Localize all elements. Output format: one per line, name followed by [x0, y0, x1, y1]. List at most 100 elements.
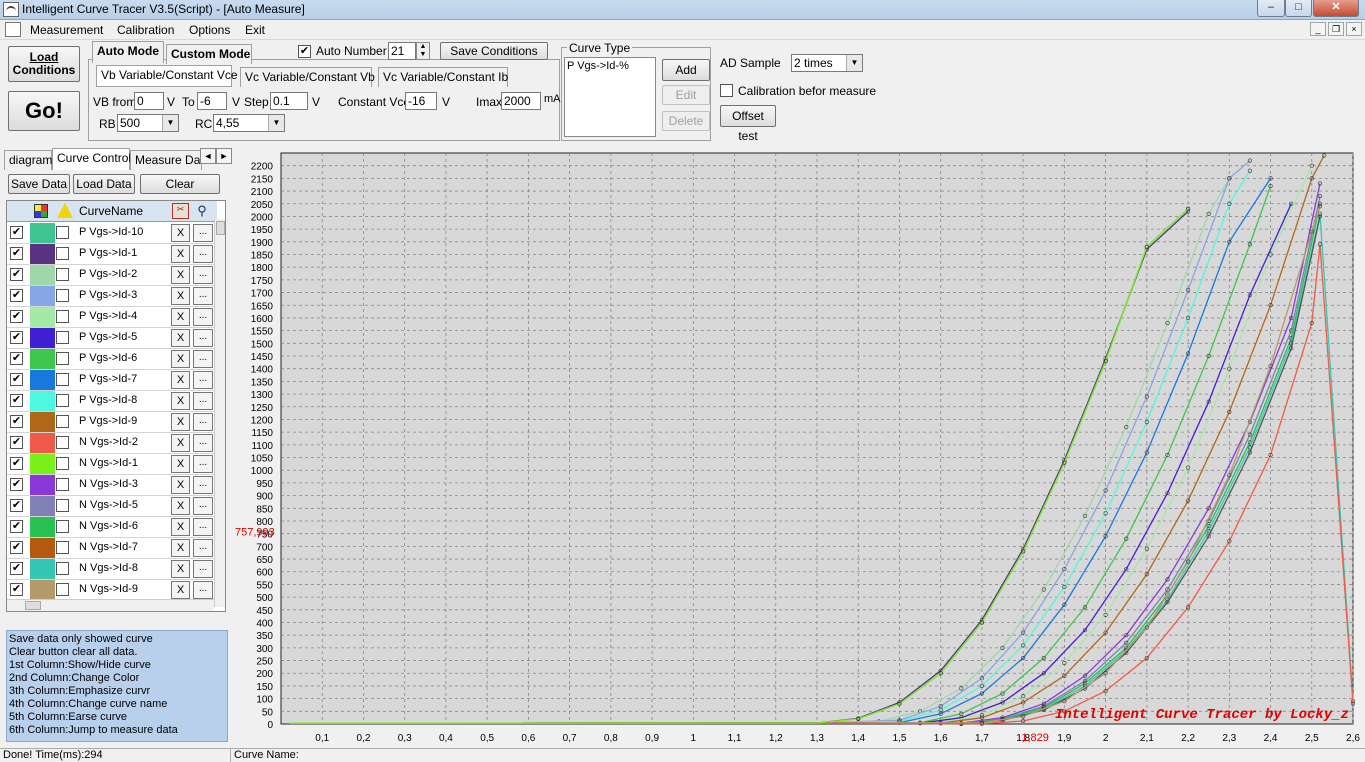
auto-number-input[interactable]: 21 — [388, 42, 416, 60]
jump-to-data-button[interactable]: ... — [193, 266, 213, 284]
erase-curve-button[interactable]: X — [171, 287, 190, 305]
emphasize-checkbox[interactable] — [56, 583, 69, 596]
tab-scroll-right-icon[interactable]: ► — [216, 148, 232, 164]
show-hide-checkbox[interactable]: ✔ — [10, 520, 23, 533]
jump-to-data-button[interactable]: ... — [193, 434, 213, 452]
auto-number-spinner[interactable]: ▲ ▼ — [416, 42, 430, 60]
show-hide-checkbox[interactable]: ✔ — [10, 352, 23, 365]
menu-options[interactable]: Options — [189, 23, 230, 37]
jump-to-data-button[interactable]: ... — [193, 329, 213, 347]
load-data-button[interactable]: Load Data — [73, 174, 135, 194]
jump-to-data-button[interactable]: ... — [193, 497, 213, 515]
curve-color-swatch[interactable] — [30, 265, 55, 285]
erase-curve-button[interactable]: X — [171, 539, 190, 557]
rb-select[interactable]: 500 ▼ — [117, 114, 179, 132]
show-hide-checkbox[interactable]: ✔ — [10, 373, 23, 386]
emphasize-checkbox[interactable] — [56, 499, 69, 512]
curve-name-cell[interactable]: N Vgs->Id-7 — [79, 541, 138, 553]
curve-color-swatch[interactable] — [30, 244, 55, 264]
curve-name-cell[interactable]: N Vgs->Id-6 — [79, 520, 138, 532]
jump-to-data-button[interactable]: ... — [193, 392, 213, 410]
maximize-button[interactable]: □ — [1285, 0, 1312, 17]
erase-curve-button[interactable]: X — [171, 245, 190, 263]
curve-color-swatch[interactable] — [30, 307, 55, 327]
erase-curve-button[interactable]: X — [171, 413, 190, 431]
calibration-checkbox[interactable] — [720, 84, 733, 97]
curve-name-cell[interactable]: P Vgs->Id-4 — [79, 310, 137, 322]
jump-to-data-button[interactable]: ... — [193, 245, 213, 263]
emphasize-checkbox[interactable] — [56, 478, 69, 491]
emphasize-checkbox[interactable] — [56, 457, 69, 470]
jump-to-data-button[interactable]: ... — [193, 476, 213, 494]
curve-name-cell[interactable]: P Vgs->Id-10 — [79, 226, 143, 238]
erase-curve-button[interactable]: X — [171, 476, 190, 494]
curve-color-swatch[interactable] — [30, 412, 55, 432]
erase-curve-button[interactable]: X — [171, 308, 190, 326]
to-input[interactable]: -6 — [197, 92, 227, 110]
curve-name-cell[interactable]: P Vgs->Id-3 — [79, 289, 137, 301]
curve-color-swatch[interactable] — [30, 349, 55, 369]
show-hide-checkbox[interactable]: ✔ — [10, 310, 23, 323]
show-hide-checkbox[interactable]: ✔ — [10, 583, 23, 596]
tab-vb-variable[interactable]: Vb Variable/Constant Vce — [96, 65, 238, 87]
clear-button[interactable]: Clear — [140, 174, 220, 194]
grid-horizontal-scrollbar[interactable] — [7, 599, 214, 611]
save-data-button[interactable]: Save Data — [8, 174, 70, 194]
jump-to-data-button[interactable]: ... — [193, 350, 213, 368]
erase-curve-button[interactable]: X — [171, 350, 190, 368]
jump-to-data-button[interactable]: ... — [193, 518, 213, 536]
constant-vce-input[interactable]: -16 — [405, 92, 437, 110]
curve-chart[interactable]: 0,1 0,2 0,3 0,4 0,5 0,6 0,7 0,8 0,9 1 1,1 1,2 1,3 1,4… — [233, 148, 1365, 748]
close-button[interactable]: ✕ — [1313, 0, 1359, 17]
show-hide-checkbox[interactable]: ✔ — [10, 436, 23, 449]
curve-color-swatch[interactable] — [30, 223, 55, 243]
emphasize-checkbox[interactable] — [56, 331, 69, 344]
emphasize-checkbox[interactable] — [56, 226, 69, 239]
erase-curve-button[interactable]: X — [171, 371, 190, 389]
emphasize-checkbox[interactable] — [56, 289, 69, 302]
imax-input[interactable]: 2000 — [501, 92, 541, 110]
auto-number-checkbox[interactable]: ✔ — [298, 45, 311, 58]
offset-test-button[interactable]: Offset test — [720, 105, 776, 143]
show-hide-checkbox[interactable]: ✔ — [10, 457, 23, 470]
erase-curve-button[interactable]: X — [171, 224, 190, 242]
tab-diagram[interactable]: diagram — [4, 150, 52, 170]
curve-name-cell[interactable]: P Vgs->Id-1 — [79, 247, 137, 259]
erase-curve-button[interactable]: X — [171, 560, 190, 578]
grid-hscroll-thumb[interactable] — [25, 601, 41, 610]
emphasize-checkbox[interactable] — [56, 352, 69, 365]
erase-curve-button[interactable]: X — [171, 392, 190, 410]
show-hide-checkbox[interactable]: ✔ — [10, 541, 23, 554]
curve-name-cell[interactable]: N Vgs->Id-5 — [79, 499, 138, 511]
edit-button[interactable]: Edit — [662, 85, 710, 105]
show-hide-checkbox[interactable]: ✔ — [10, 562, 23, 575]
curve-color-swatch[interactable] — [30, 433, 55, 453]
curve-name-cell[interactable]: P Vgs->Id-5 — [79, 331, 137, 343]
curve-name-cell[interactable]: N Vgs->Id-8 — [79, 562, 138, 574]
emphasize-checkbox[interactable] — [56, 310, 69, 323]
erase-curve-button[interactable]: X — [171, 434, 190, 452]
curve-name-cell[interactable]: N Vgs->Id-2 — [79, 436, 138, 448]
curve-type-item[interactable]: P Vgs->Id-% — [567, 60, 653, 72]
show-hide-checkbox[interactable]: ✔ — [10, 478, 23, 491]
show-hide-checkbox[interactable]: ✔ — [10, 247, 23, 260]
curve-name-cell[interactable]: P Vgs->Id-7 — [79, 373, 137, 385]
curve-color-swatch[interactable] — [30, 391, 55, 411]
erase-curve-button[interactable]: X — [171, 581, 190, 599]
minimize-button[interactable]: – — [1257, 0, 1285, 17]
jump-to-data-button[interactable]: ... — [193, 413, 213, 431]
erase-curve-button[interactable]: X — [171, 266, 190, 284]
ad-sample-select[interactable]: 2 times ▼ — [791, 54, 863, 72]
emphasize-checkbox[interactable] — [56, 268, 69, 281]
erase-curve-button[interactable]: X — [171, 329, 190, 347]
plot-area[interactable]: 0,1 0,2 0,3 0,4 0,5 0,6 0,7 0,8 0,9 1 1,1 1,2 1,3 1,4… — [233, 148, 1365, 748]
step-input[interactable]: 0.1 — [270, 92, 308, 110]
jump-to-data-button[interactable]: ... — [193, 539, 213, 557]
grid-vertical-scrollbar[interactable] — [214, 219, 225, 607]
show-hide-checkbox[interactable]: ✔ — [10, 289, 23, 302]
curve-color-swatch[interactable] — [30, 370, 55, 390]
rc-select[interactable]: 4,55 ▼ — [213, 114, 285, 132]
delete-button[interactable]: Delete — [662, 111, 710, 131]
jump-to-data-button[interactable]: ... — [193, 560, 213, 578]
show-hide-checkbox[interactable]: ✔ — [10, 499, 23, 512]
